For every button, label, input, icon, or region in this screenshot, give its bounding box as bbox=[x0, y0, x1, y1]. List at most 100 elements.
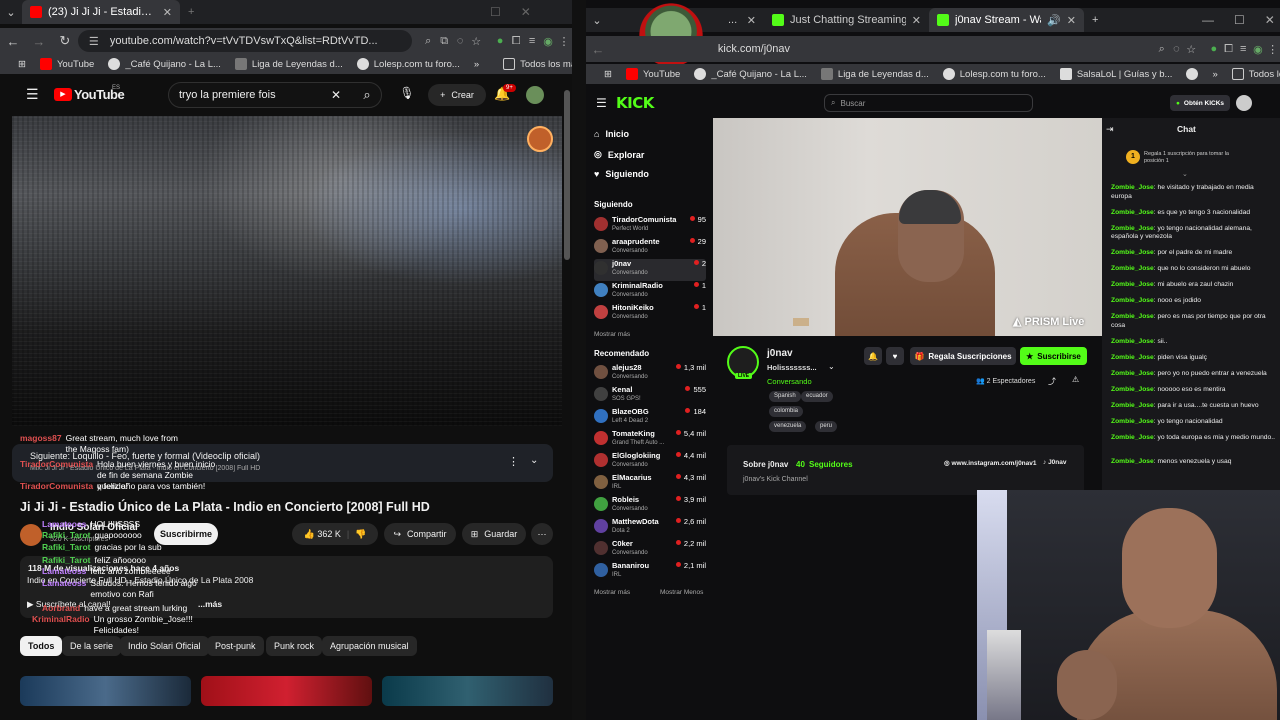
eye-off-icon[interactable]: ◌ bbox=[452, 35, 468, 47]
show-more-link[interactable]: Mostrar más bbox=[594, 589, 630, 596]
channel-watermark-icon[interactable] bbox=[527, 126, 553, 152]
bookmark-star-icon[interactable]: ☆ bbox=[468, 35, 484, 48]
zoom-icon[interactable]: ⌕ bbox=[1154, 43, 1169, 56]
chat-username[interactable]: Zombie_Jose bbox=[1111, 225, 1154, 232]
chat-username[interactable]: Zombie_Jose bbox=[1111, 418, 1154, 425]
share-icon[interactable]: ⤴ bbox=[1048, 376, 1056, 387]
channel-row[interactable]: ElGloglokiing Conversando 4,4 mil bbox=[594, 451, 706, 473]
url-field[interactable]: kick.com/j0nav bbox=[710, 38, 1015, 60]
voice-search-icon[interactable]: 🎙 bbox=[398, 86, 416, 104]
dislike-icon[interactable]: 👎 bbox=[355, 529, 366, 540]
save-button[interactable]: ⊞ Guardar bbox=[462, 523, 526, 545]
tab-search-button[interactable]: ⌄ bbox=[0, 0, 22, 24]
close-tab-icon[interactable]: ✕ bbox=[912, 14, 921, 27]
menu-icon[interactable]: ☰ bbox=[596, 96, 607, 110]
kick-logo[interactable]: KICK bbox=[616, 94, 654, 112]
apps-grid-icon[interactable]: ⊞ bbox=[604, 69, 612, 80]
forward-icon[interactable]: → bbox=[26, 34, 52, 49]
chevron-down-icon[interactable]: ⌄ bbox=[828, 362, 835, 371]
reload-icon[interactable]: ↻ bbox=[52, 33, 78, 49]
bookmark-youtube[interactable]: YouTube bbox=[39, 58, 94, 70]
chip-channel[interactable]: Indio Solari Oficial bbox=[120, 636, 209, 656]
stream-video-player[interactable]: ◭ PRISM Live bbox=[713, 118, 1102, 336]
chat-username[interactable]: Zombie_Jose bbox=[1111, 313, 1154, 320]
chevron-down-icon[interactable]: ⌄ bbox=[530, 455, 538, 466]
channel-row[interactable]: C0ker Conversando 2,2 mil bbox=[594, 539, 706, 561]
channel-row[interactable]: ElMacarius IRL 4,3 mil bbox=[594, 473, 706, 495]
channel-row[interactable]: BlazeOBG Left 4 Dead 2 184 bbox=[594, 407, 706, 429]
chip-all[interactable]: Todos bbox=[20, 636, 63, 656]
bookmark-cafe[interactable]: _Café Quijano - La L... bbox=[694, 68, 807, 80]
bookmark-lolesp[interactable]: Lolesp.com tu foro... bbox=[356, 58, 460, 70]
site-info-icon[interactable]: ☰ bbox=[86, 35, 102, 48]
channel-row[interactable]: KriminalRadio Conversando 1 bbox=[594, 281, 706, 303]
tag[interactable]: venezuela bbox=[769, 421, 807, 432]
chat-username[interactable]: Zombie_Jose bbox=[1111, 297, 1154, 304]
more-bookmarks[interactable]: » bbox=[474, 59, 479, 70]
close-tab-icon[interactable]: ✕ bbox=[1067, 14, 1076, 27]
bookmark-lolesp[interactable]: Lolesp.com tu foro... bbox=[942, 68, 1046, 80]
instagram-link[interactable]: ◎ www.instagram.com/j0nav1 bbox=[944, 459, 1037, 467]
channel-row[interactable]: TomateKing Grand Theft Auto ... 5,4 mil bbox=[594, 429, 706, 451]
zoom-icon[interactable]: ⌕ bbox=[420, 35, 436, 48]
chat-username[interactable]: Zombie_Jose bbox=[1111, 249, 1154, 256]
bookmark-cafe[interactable]: _Café Quijano - La L... bbox=[108, 58, 221, 70]
like-button[interactable]: 👍 362 K bbox=[304, 529, 341, 540]
all-bookmarks[interactable]: Todos los marcadores bbox=[503, 58, 572, 70]
channel-row[interactable]: Kenal SOS GPS! 555 bbox=[594, 385, 706, 407]
more-bookmarks[interactable]: » bbox=[1212, 69, 1217, 80]
more-actions-button[interactable]: ⋯ bbox=[531, 523, 553, 545]
eye-off-icon[interactable]: ◌ bbox=[1169, 43, 1184, 55]
extension-icon[interactable]: ● bbox=[492, 35, 508, 47]
kick-search-input[interactable]: ⌕ Buscar bbox=[824, 94, 1033, 112]
chat-username[interactable]: Zombie_Jose bbox=[1111, 434, 1154, 441]
new-tab-button[interactable]: + bbox=[180, 0, 202, 24]
share-button[interactable]: ↪ Compartir bbox=[384, 523, 456, 545]
bookmark-salsalol[interactable]: SalsaLoL | Guías y b... bbox=[1059, 68, 1172, 80]
tab-search-button[interactable]: ⌄ bbox=[586, 8, 608, 32]
page-scrollbar[interactable] bbox=[564, 90, 570, 260]
channel-row[interactable]: HitoniKeiko Conversando 1 bbox=[594, 303, 706, 325]
show-more-link[interactable]: Mostrar más bbox=[594, 331, 630, 338]
get-kicks-button[interactable]: ● Obtén KICKs bbox=[1170, 95, 1230, 111]
tag[interactable]: peru bbox=[815, 421, 838, 432]
new-tab-button[interactable]: + bbox=[1084, 8, 1106, 32]
media-icon[interactable]: ≡ bbox=[524, 35, 540, 47]
tab-j0nav[interactable]: j0nav Stream - Watch Live o... 🔊 ✕ bbox=[929, 8, 1084, 32]
channel-row[interactable]: j0nav Conversando 2 bbox=[594, 259, 706, 281]
chip-series[interactable]: De la serie bbox=[62, 636, 122, 656]
audio-icon[interactable]: 🔊 bbox=[1047, 14, 1061, 27]
channel-row[interactable]: TiradorComunista Perfect World 95 bbox=[594, 215, 706, 237]
avatar[interactable] bbox=[526, 86, 544, 104]
create-button[interactable]: + Crear bbox=[428, 84, 486, 106]
report-icon[interactable]: ⚠ bbox=[1072, 375, 1079, 384]
channel-row[interactable]: alejus28 Conversando 1,3 mil bbox=[594, 363, 706, 385]
user-avatar[interactable] bbox=[1236, 95, 1252, 111]
gift-subs-button[interactable]: 🎁 Regala Suscripciones bbox=[910, 347, 1016, 365]
apps-grid-icon[interactable]: ⊞ bbox=[18, 59, 26, 70]
video-player[interactable] bbox=[12, 116, 562, 426]
streamer-name[interactable]: j0nav bbox=[767, 348, 793, 359]
recommended-thumbnail[interactable] bbox=[20, 676, 191, 706]
tag[interactable]: ecuador bbox=[801, 391, 833, 402]
tab-youtube[interactable]: (23) Ji Ji Ji - Estadio Único de La... ✕ bbox=[22, 0, 180, 24]
extensions-puzzle-icon[interactable]: ⧠ bbox=[1221, 43, 1236, 56]
url-field[interactable]: ☰ youtube.com/watch?v=tVvTDVswTxQ&list=R… bbox=[77, 30, 413, 52]
recommended-thumbnail[interactable] bbox=[201, 676, 372, 706]
close-window-icon[interactable]: ✕ bbox=[521, 5, 531, 19]
chat-username[interactable]: Zombie_Jose bbox=[1111, 184, 1154, 191]
close-tab-icon[interactable]: ✕ bbox=[163, 6, 172, 19]
menu-dots-icon[interactable]: ⋮ bbox=[556, 35, 572, 48]
chat-username[interactable]: Zombie_Jose bbox=[1111, 281, 1154, 288]
collapse-chat-icon[interactable]: ⇥ bbox=[1106, 124, 1114, 135]
menu-dots-icon[interactable]: ⋮ bbox=[1265, 43, 1280, 56]
channel-avatar[interactable] bbox=[20, 524, 42, 546]
profile-icon[interactable]: ◉ bbox=[540, 35, 556, 48]
media-icon[interactable]: ≡ bbox=[1236, 43, 1251, 55]
youtube-logo-icon[interactable]: ▶ bbox=[54, 88, 72, 101]
chat-username[interactable]: Zombie_Jose bbox=[1111, 386, 1154, 393]
cast-icon[interactable]: ⧉ bbox=[436, 35, 452, 48]
more-options-icon[interactable]: ⋮ bbox=[508, 455, 519, 468]
minimize-icon[interactable]: — bbox=[1202, 13, 1214, 27]
chat-username[interactable]: Zombie_Jose bbox=[1111, 265, 1154, 272]
